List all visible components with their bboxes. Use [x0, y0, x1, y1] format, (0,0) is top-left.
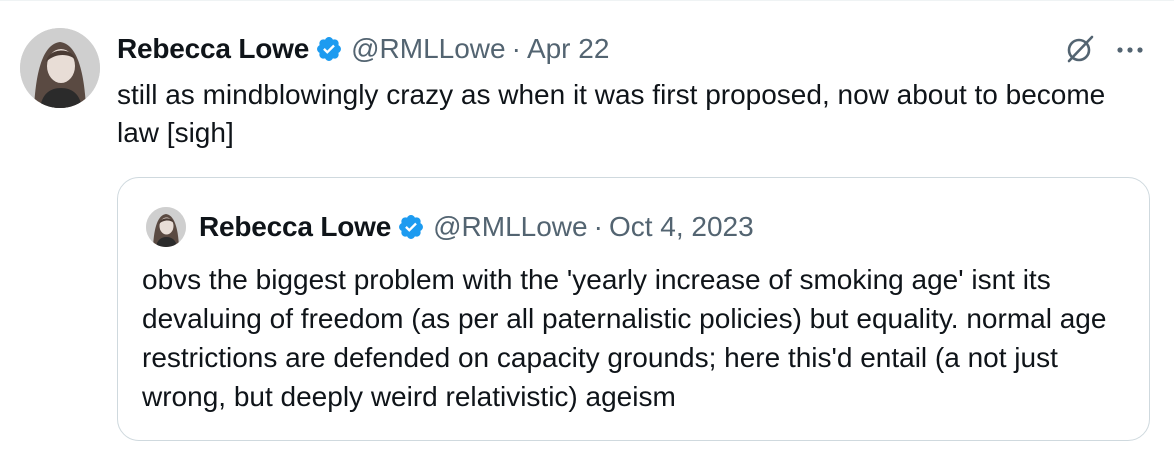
avatar-photo-icon — [20, 28, 100, 108]
tweet-date[interactable]: Apr 22 — [527, 33, 610, 65]
author-display-name[interactable]: Rebecca Lowe — [117, 33, 309, 65]
tweet-header: Rebecca Lowe @RMLLowe · Apr 22 — [117, 31, 609, 67]
quoted-tweet-date[interactable]: Oct 4, 2023 — [609, 211, 754, 243]
avatar-photo-icon — [146, 207, 186, 247]
quoted-tweet-text: obvs the biggest problem with the 'yearl… — [142, 264, 1107, 412]
more-options-icon[interactable] — [1114, 36, 1146, 64]
separator-dot: · — [593, 211, 603, 242]
author-avatar[interactable] — [20, 28, 100, 108]
tweet-text: still as mindblowingly crazy as when it … — [117, 79, 1106, 148]
quoted-author-handle[interactable]: @RMLLowe — [433, 211, 587, 243]
grok-icon[interactable] — [1064, 33, 1096, 65]
quoted-author-avatar[interactable] — [146, 207, 186, 247]
quoted-author-display-name[interactable]: Rebecca Lowe — [199, 211, 391, 243]
verified-badge-icon[interactable] — [397, 213, 425, 241]
quoted-tweet-card[interactable]: Rebecca Lowe @RMLLowe · Oct 4, 2023 obvs… — [117, 177, 1150, 441]
verified-badge-icon[interactable] — [315, 35, 343, 63]
tweet[interactable]: Rebecca Lowe @RMLLowe · Apr 22 still as … — [0, 0, 1174, 464]
separator-dot: · — [511, 33, 521, 64]
quoted-tweet-header: Rebecca Lowe @RMLLowe · Oct 4, 2023 — [199, 209, 754, 245]
author-handle[interactable]: @RMLLowe — [351, 33, 505, 65]
